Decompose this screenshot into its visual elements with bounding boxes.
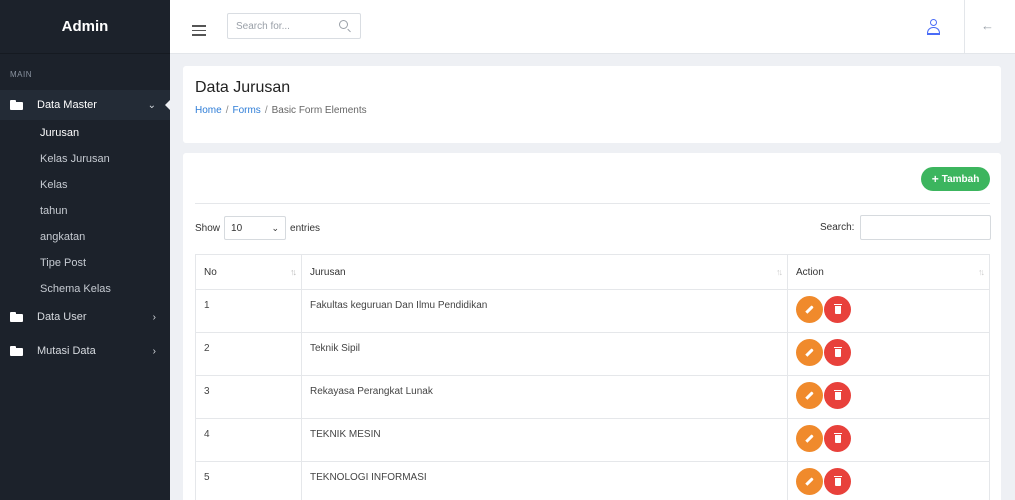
trash-icon [833,475,842,486]
cell-no: 2 [196,333,302,375]
table-row: 3 Rekayasa Perangkat Lunak [196,376,989,419]
entries-select[interactable]: 10 ⌄ [224,216,287,240]
table-header-row: No ↑↓ Jurusan ↑↓ Action ↑↓ [196,255,989,290]
search-box [227,13,361,39]
divider [964,0,965,54]
entries-label: entries [290,222,321,234]
user-icon[interactable] [926,19,941,35]
delete-button[interactable] [824,339,851,366]
chevron-right-icon: › [152,345,156,357]
cell-action [788,290,989,332]
folder-icon [10,312,23,322]
cell-jurusan: Rekayasa Perangkat Lunak [302,376,788,418]
divider [195,203,990,204]
breadcrumb-home[interactable]: Home [195,105,222,116]
plus-icon: + [931,172,939,186]
column-header-action[interactable]: Action ↑↓ [788,255,989,289]
cell-action [788,419,989,461]
pencil-icon [805,477,814,486]
chevron-down-icon: ⌄ [147,99,156,111]
add-button[interactable]: + Tambah [921,167,990,191]
breadcrumb-forms[interactable]: Forms [232,105,260,116]
edit-button[interactable] [796,382,823,409]
delete-button[interactable] [824,296,851,323]
trash-icon [833,432,842,443]
column-header-jurusan[interactable]: Jurusan ↑↓ [302,255,788,289]
delete-button[interactable] [824,425,851,452]
cell-no: 5 [196,462,302,500]
sidebar-subitem-kelas-jurusan[interactable]: Kelas Jurusan [0,146,170,172]
cell-action [788,462,989,500]
pencil-icon [805,305,814,314]
pencil-icon [805,391,814,400]
folder-icon [10,346,23,356]
table-search: Search: [820,215,992,240]
cell-no: 4 [196,419,302,461]
folder-icon [10,100,23,110]
sidebar-subitem-schema-kelas[interactable]: Schema Kelas [0,276,170,302]
cell-action [788,376,989,418]
sidebar-item-data-master[interactable]: Data Master ⌄ [0,90,171,120]
add-button-label: Tambah [941,173,980,185]
data-table: No ↑↓ Jurusan ↑↓ Action ↑↓ 1 Fakultas kegur… [195,254,990,500]
brand-title[interactable]: Admin [0,0,170,54]
trash-icon [833,389,842,400]
cell-action [788,333,989,375]
table-row: 4 TEKNIK MESIN [196,419,989,462]
active-indicator [165,99,171,111]
pencil-icon [805,348,814,357]
entries-control: Show 10 ⌄ entries [195,216,320,240]
search-input[interactable] [228,14,328,38]
show-label: Show [195,222,221,234]
table-search-label: Search: [820,222,855,233]
sidebar-subitem-tipe-post[interactable]: Tipe Post [0,250,170,276]
data-card: + Tambah Show 10 ⌄ entries Search: No ↑↓ … [183,153,1001,500]
sort-icon: ↑↓ [290,267,297,277]
column-header-no[interactable]: No ↑↓ [196,255,302,289]
trash-icon [833,346,842,357]
back-arrow-icon[interactable]: ← [981,18,994,33]
delete-button[interactable] [824,468,851,495]
table-row: 5 TEKNOLOGI INFORMASI [196,462,989,500]
cell-jurusan: Fakultas keguruan Dan Ilmu Pendidikan [302,290,788,332]
topbar: ← [170,0,1015,54]
chevron-down-icon: ⌄ [271,222,280,233]
page-header: Data Jurusan Home / Forms / Basic Form Eleme… [183,66,1001,143]
breadcrumb-current: Basic Form Elements [271,105,367,116]
sidebar-subitem-angkatan[interactable]: angkatan [0,224,170,250]
sidebar-item-label: Data Master [37,99,97,111]
trash-icon [833,303,842,314]
section-label: MAIN [10,70,32,79]
search-icon[interactable] [339,20,348,29]
breadcrumb: Home / Forms / Basic Form Elements [195,105,367,116]
table-row: 1 Fakultas keguruan Dan Ilmu Pendidikan [196,290,989,333]
entries-value: 10 [231,222,243,234]
edit-button[interactable] [796,339,823,366]
cell-jurusan: Teknik Sipil [302,333,788,375]
page-title: Data Jurusan [195,79,291,96]
cell-jurusan: TEKNOLOGI INFORMASI [302,462,788,500]
edit-button[interactable] [796,425,823,452]
sidebar-item-data-user[interactable]: Data User › [0,302,170,332]
table-row: 2 Teknik Sipil [196,333,989,376]
sidebar-subitem-tahun[interactable]: tahun [0,198,170,224]
delete-button[interactable] [824,382,851,409]
pencil-icon [805,434,814,443]
sidebar-subitem-kelas[interactable]: Kelas [0,172,170,198]
sidebar-item-mutasi-data[interactable]: Mutasi Data › [0,336,170,366]
cell-no: 1 [196,290,302,332]
cell-jurusan: TEKNIK MESIN [302,419,788,461]
sort-icon: ↑↓ [978,267,985,277]
sidebar-subitem-jurusan[interactable]: Jurusan [0,120,170,146]
sidebar-item-label: Data User [37,311,87,323]
sort-icon: ↑↓ [776,267,783,277]
table-search-input[interactable] [860,215,992,240]
chevron-right-icon: › [152,311,156,323]
edit-button[interactable] [796,468,823,495]
sidebar-item-label: Mutasi Data [37,345,96,357]
edit-button[interactable] [796,296,823,323]
menu-icon[interactable] [192,25,206,36]
sidebar: Admin MAIN Data Master ⌄ Jurusan Kelas J… [0,0,171,500]
cell-no: 3 [196,376,302,418]
